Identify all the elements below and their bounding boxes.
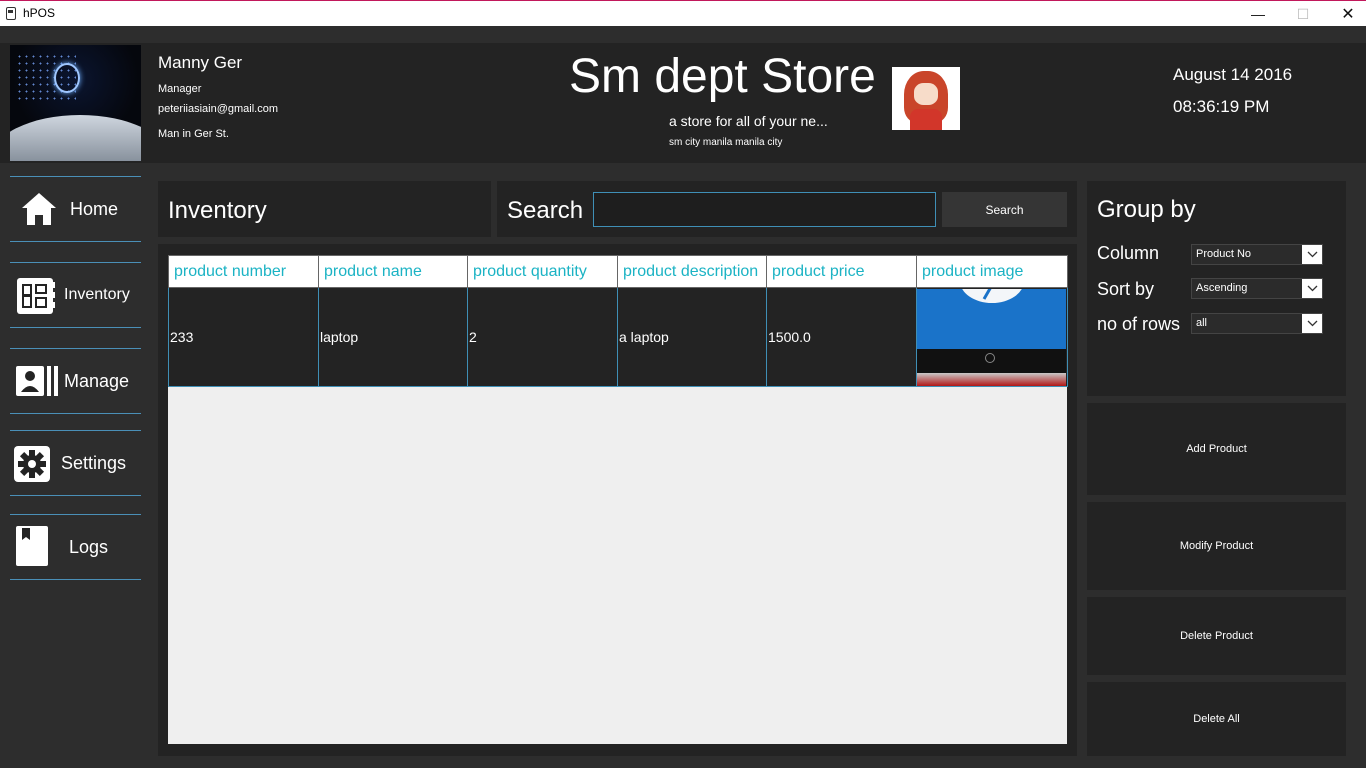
sidebar-item-label: Settings — [61, 452, 127, 473]
sidebar-item-label: Manage — [64, 370, 130, 391]
sidebar-item-home[interactable]: Home — [10, 176, 141, 242]
add-product-button[interactable]: Add Product — [1087, 403, 1346, 495]
cell-product-image — [916, 287, 1068, 387]
user-role: Manager — [158, 83, 202, 95]
sort-by-label: Sort by — [1097, 279, 1155, 299]
delete-all-button[interactable]: Delete All — [1087, 682, 1346, 756]
rows-select-value: all — [1196, 317, 1208, 329]
table-row[interactable]: 233 laptop 2 a laptop 1500.0 — [168, 287, 1068, 387]
home-icon — [22, 193, 56, 225]
user-name: Manny Ger — [158, 53, 243, 72]
cell-product-number: 233 — [168, 287, 319, 387]
column-select-value: Product No — [1196, 248, 1252, 260]
column-select[interactable]: Product No — [1191, 244, 1323, 265]
user-address: Man in Ger St. — [158, 128, 229, 140]
sidebar-item-inventory[interactable]: Inventory — [10, 262, 141, 328]
current-time: 08:36:19 PM — [1173, 97, 1270, 116]
user-email: peteriiasiain@gmail.com — [158, 103, 278, 115]
store-logo — [892, 67, 960, 130]
column-header-product-description[interactable]: product description — [617, 255, 767, 288]
column-label: Column — [1097, 243, 1160, 263]
page-title: Inventory — [168, 197, 267, 224]
store-location: sm city manila manila city — [669, 137, 783, 148]
cell-product-name: laptop — [318, 287, 468, 387]
product-image — [917, 288, 1066, 386]
maximize-button[interactable]: ☐ — [1280, 1, 1326, 27]
cell-product-price: 1500.0 — [766, 287, 917, 387]
column-header-product-name[interactable]: product name — [318, 255, 468, 288]
modify-product-button[interactable]: Modify Product — [1087, 502, 1346, 590]
app-icon — [6, 7, 16, 20]
close-button[interactable]: ✕ — [1325, 1, 1366, 27]
header: Manny Ger Manager peteriiasiain@gmail.co… — [0, 43, 1366, 163]
store-name: Sm dept Store — [569, 50, 876, 103]
user-avatar — [10, 45, 141, 161]
chevron-down-icon — [1302, 314, 1322, 333]
chevron-down-icon — [1302, 279, 1322, 298]
rows-select[interactable]: all — [1191, 313, 1323, 334]
minimize-button[interactable]: — — [1235, 1, 1281, 27]
current-date: August 14 2016 — [1173, 65, 1293, 84]
book-icon — [16, 526, 48, 566]
cell-product-quantity: 2 — [467, 287, 618, 387]
search-label: Search — [507, 197, 584, 224]
rows-label: no of rows — [1097, 314, 1181, 334]
search-input[interactable] — [593, 192, 936, 227]
manage-icon — [16, 366, 58, 396]
sidebar-item-label: Inventory — [64, 286, 130, 303]
sort-by-select-value: Ascending — [1196, 282, 1248, 294]
sort-by-select[interactable]: Ascending — [1191, 278, 1323, 299]
window-title: hPOS — [23, 6, 56, 20]
gear-icon — [14, 446, 50, 482]
sidebar-item-logs[interactable]: Logs — [10, 514, 141, 580]
inventory-icon — [17, 278, 55, 314]
store-tagline: a store for all of your ne... — [669, 113, 828, 129]
column-header-product-number[interactable]: product number — [168, 255, 319, 288]
sidebar-item-settings[interactable]: Settings — [10, 430, 141, 496]
inventory-table: product number product name product quan… — [168, 255, 1068, 744]
sidebar-item-label: Logs — [69, 536, 109, 557]
sidebar-item-label: Home — [70, 198, 119, 219]
column-header-product-image[interactable]: product image — [916, 255, 1068, 288]
sidebar-item-manage[interactable]: Manage — [10, 348, 141, 414]
group-by-title: Group by — [1097, 196, 1196, 223]
table-header-row: product number product name product quan… — [168, 255, 1068, 288]
search-button[interactable]: Search — [942, 192, 1067, 227]
chevron-down-icon — [1302, 245, 1322, 264]
window-titlebar: hPOS — ☐ ✕ — [0, 0, 1366, 26]
delete-product-button[interactable]: Delete Product — [1087, 597, 1346, 675]
column-header-product-price[interactable]: product price — [766, 255, 917, 288]
cell-product-description: a laptop — [617, 287, 767, 387]
column-header-product-quantity[interactable]: product quantity — [467, 255, 618, 288]
